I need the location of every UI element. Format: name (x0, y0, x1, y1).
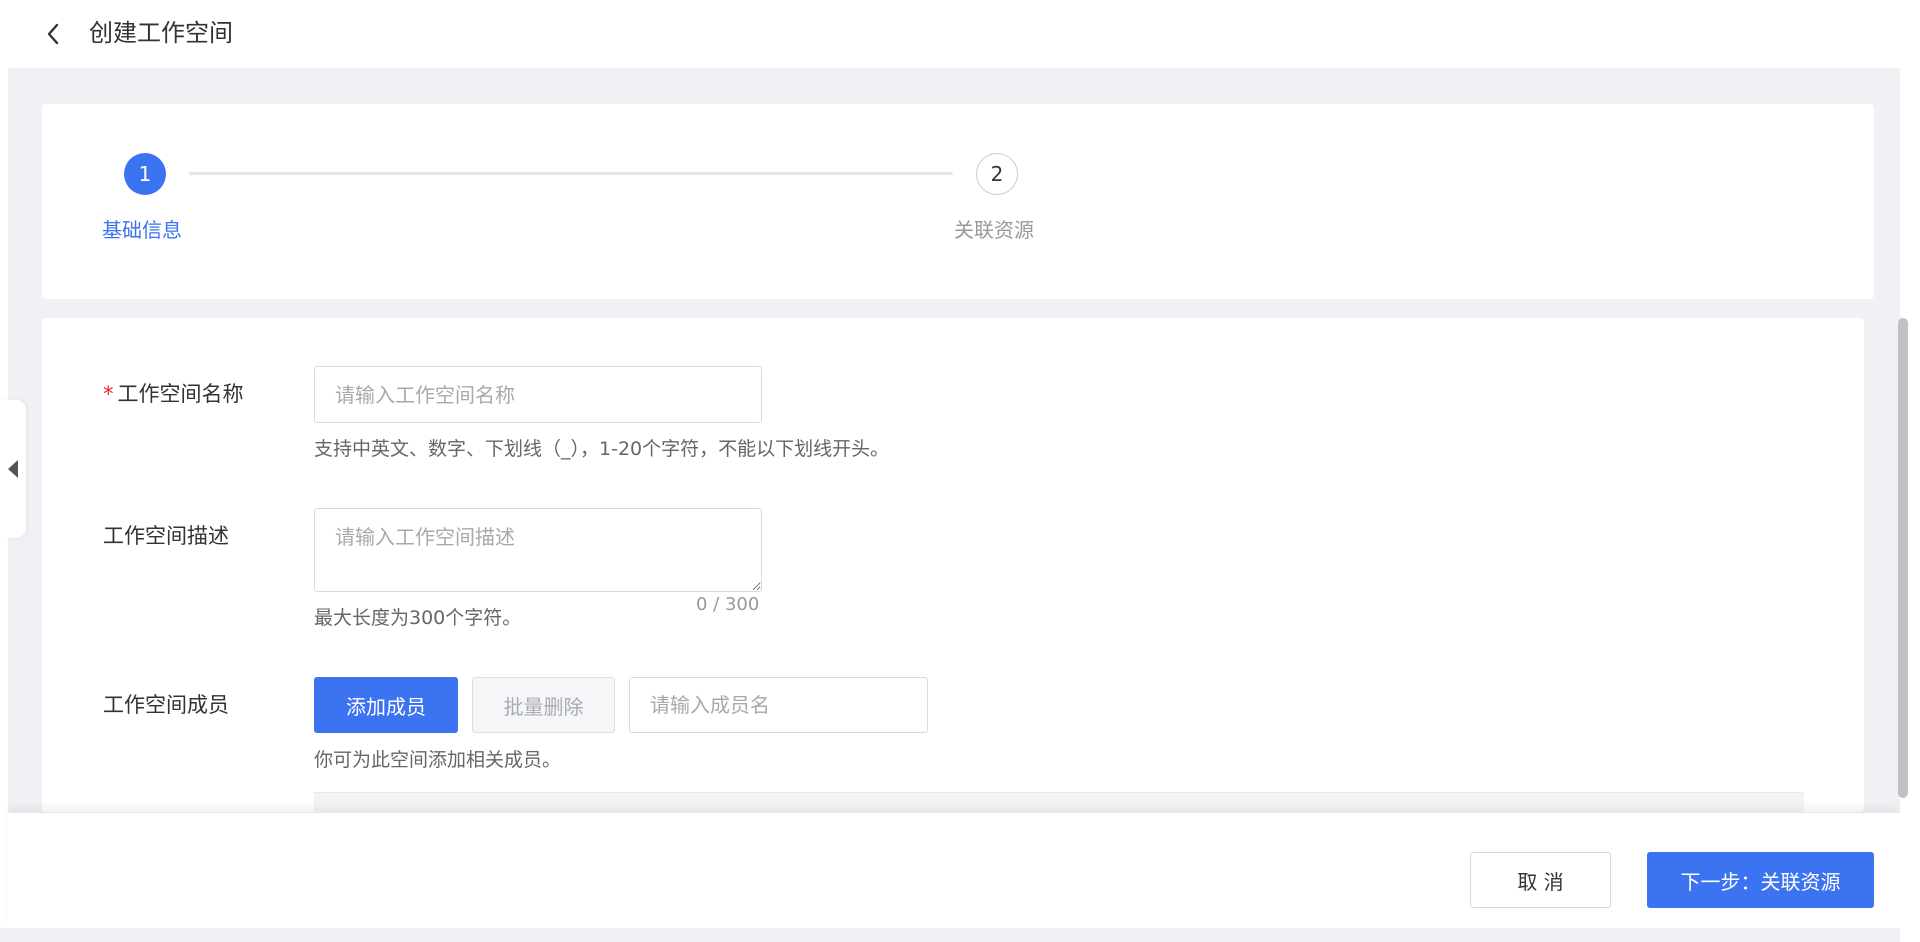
add-member-button[interactable]: 添加成员 (314, 677, 458, 733)
page-title: 创建工作空间 (89, 19, 233, 47)
members-hint: 你可为此空间添加相关成员。 (314, 749, 562, 771)
page: 创建工作空间 1 2 基础信息 关联资源 *工作空间名称 支持中英文、数字、下划… (0, 0, 1920, 942)
workspace-description-textarea[interactable] (314, 508, 762, 592)
page-header: 创建工作空间 (0, 0, 1906, 68)
members-field-label: 工作空间成员 (103, 693, 229, 717)
description-counter: 0 / 300 (696, 594, 760, 615)
chevron-left-icon (47, 23, 59, 45)
name-field-label: * 工作空间名称 (103, 379, 244, 409)
batch-delete-button[interactable]: 批量删除 (472, 677, 615, 733)
description-hint: 最大长度为300个字符。 (314, 607, 522, 629)
description-field-label: 工作空间描述 (103, 524, 229, 548)
sidebar-toggle[interactable] (0, 400, 26, 538)
step-2-indicator: 2 (976, 153, 1018, 195)
step-1-indicator: 1 (124, 153, 166, 195)
bottom-edge (0, 928, 1920, 942)
step-1-label: 基础信息 (102, 218, 182, 242)
caret-left-icon (8, 460, 18, 478)
name-label-text: 工作空间名称 (117, 382, 244, 406)
cancel-button[interactable]: 取 消 (1470, 852, 1611, 908)
scrollbar-thumb[interactable] (1898, 318, 1908, 798)
steps-card (42, 104, 1874, 299)
step-2-label: 关联资源 (954, 218, 1034, 242)
required-mark: * (103, 382, 114, 406)
next-step-button[interactable]: 下一步：关联资源 (1647, 852, 1874, 908)
member-search-input[interactable] (629, 677, 928, 733)
back-button[interactable] (42, 18, 64, 50)
step-connector (189, 172, 953, 175)
name-hint: 支持中英文、数字、下划线（_），1-20个字符，不能以下划线开头。 (314, 438, 890, 460)
footer-action-bar (8, 812, 1900, 928)
members-table-header (314, 792, 1804, 812)
workspace-name-input[interactable] (314, 366, 762, 423)
